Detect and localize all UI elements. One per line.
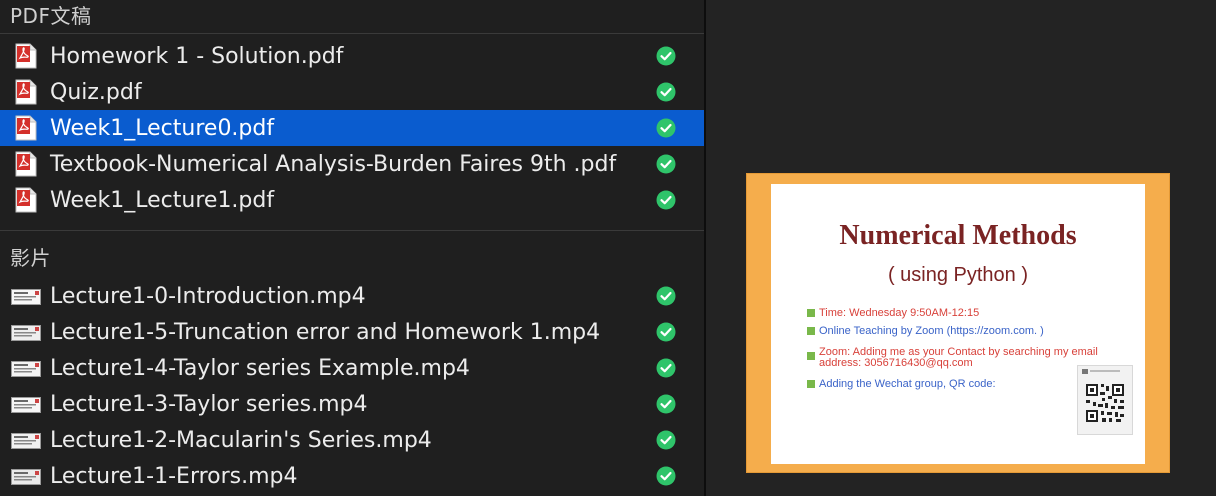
green-checkmark-icon [656, 322, 676, 342]
section-header-video: 影片 [10, 246, 51, 270]
video-file-row[interactable]: Lecture1-3-Taylor series.mp4 [0, 386, 704, 422]
file-name: Textbook-Numerical Analysis-Burden Faire… [50, 151, 617, 177]
bullet-square-icon [807, 327, 815, 335]
qr-code-icon [1082, 369, 1124, 422]
file-name: Lecture1-0-Introduction.mp4 [50, 283, 366, 309]
document-preview-thumbnail[interactable]: Numerical Methods ( using Python ) Time:… [746, 173, 1170, 473]
video-file-row[interactable]: Lecture1-2-Macularin's Series.mp4 [0, 422, 704, 458]
pdf-file-row[interactable]: Week1_Lecture0.pdf [0, 110, 704, 146]
green-checkmark-icon [656, 394, 676, 414]
pdf-file-icon [15, 151, 37, 177]
video-thumbnail-icon [11, 325, 41, 341]
bullet-square-icon [807, 309, 815, 317]
green-checkmark-icon [656, 154, 676, 174]
green-checkmark-icon [656, 286, 676, 306]
video-file-row[interactable]: Lecture1-0-Introduction.mp4 [0, 278, 704, 314]
slide-title: Numerical Methods [839, 220, 1077, 251]
file-name: Homework 1 - Solution.pdf [50, 43, 344, 69]
slide-page: Numerical Methods ( using Python ) Time:… [771, 184, 1145, 464]
file-name: Lecture1-5-Truncation error and Homework… [50, 319, 601, 345]
bullet-square-icon [807, 352, 815, 360]
slide-subtitle: ( using Python ) [887, 264, 1029, 286]
video-thumbnail-icon [11, 289, 41, 305]
video-file-row[interactable]: Lecture1-4-Taylor series Example.mp4 [0, 350, 704, 386]
green-checkmark-icon [656, 118, 676, 138]
pdf-file-icon [15, 43, 37, 69]
video-thumbnail-icon [11, 361, 41, 377]
section-header-pdf: PDF文稿 [10, 4, 92, 28]
pdf-file-row[interactable]: Homework 1 - Solution.pdf [0, 38, 704, 74]
green-checkmark-icon [656, 358, 676, 378]
green-checkmark-icon [656, 46, 676, 66]
file-list-panel: PDF文稿 Homework 1 - Solution.pdf Quiz.pdf W… [0, 0, 704, 496]
video-file-row[interactable]: Lecture1-1-Errors.mp4 [0, 458, 704, 494]
qr-code-image [1077, 365, 1133, 435]
pdf-file-row[interactable]: Textbook-Numerical Analysis-Burden Faire… [0, 146, 704, 182]
pdf-file-icon [15, 187, 37, 213]
file-name: Lecture1-2-Macularin's Series.mp4 [50, 427, 432, 453]
video-thumbnail-icon [11, 433, 41, 449]
green-checkmark-icon [656, 190, 676, 210]
video-thumbnail-icon [11, 397, 41, 413]
file-name: Quiz.pdf [50, 79, 142, 105]
pdf-file-icon [15, 79, 37, 105]
green-checkmark-icon [656, 430, 676, 450]
pdf-file-row[interactable]: Week1_Lecture1.pdf [0, 182, 704, 218]
bullet-square-icon [807, 380, 815, 388]
pdf-file-row[interactable]: Quiz.pdf [0, 74, 704, 110]
green-checkmark-icon [656, 466, 676, 486]
file-name: Week1_Lecture1.pdf [50, 187, 275, 213]
section-divider [0, 230, 704, 231]
green-checkmark-icon [656, 82, 676, 102]
video-file-row[interactable]: Lecture1-5-Truncation error and Homework… [0, 314, 704, 350]
section-divider [0, 33, 704, 34]
video-thumbnail-icon [11, 469, 41, 485]
file-name: Lecture1-4-Taylor series Example.mp4 [50, 355, 470, 381]
pdf-file-icon [15, 115, 37, 141]
file-name: Week1_Lecture0.pdf [50, 115, 275, 141]
file-name: Lecture1-3-Taylor series.mp4 [50, 391, 368, 417]
file-name: Lecture1-1-Errors.mp4 [50, 463, 298, 489]
